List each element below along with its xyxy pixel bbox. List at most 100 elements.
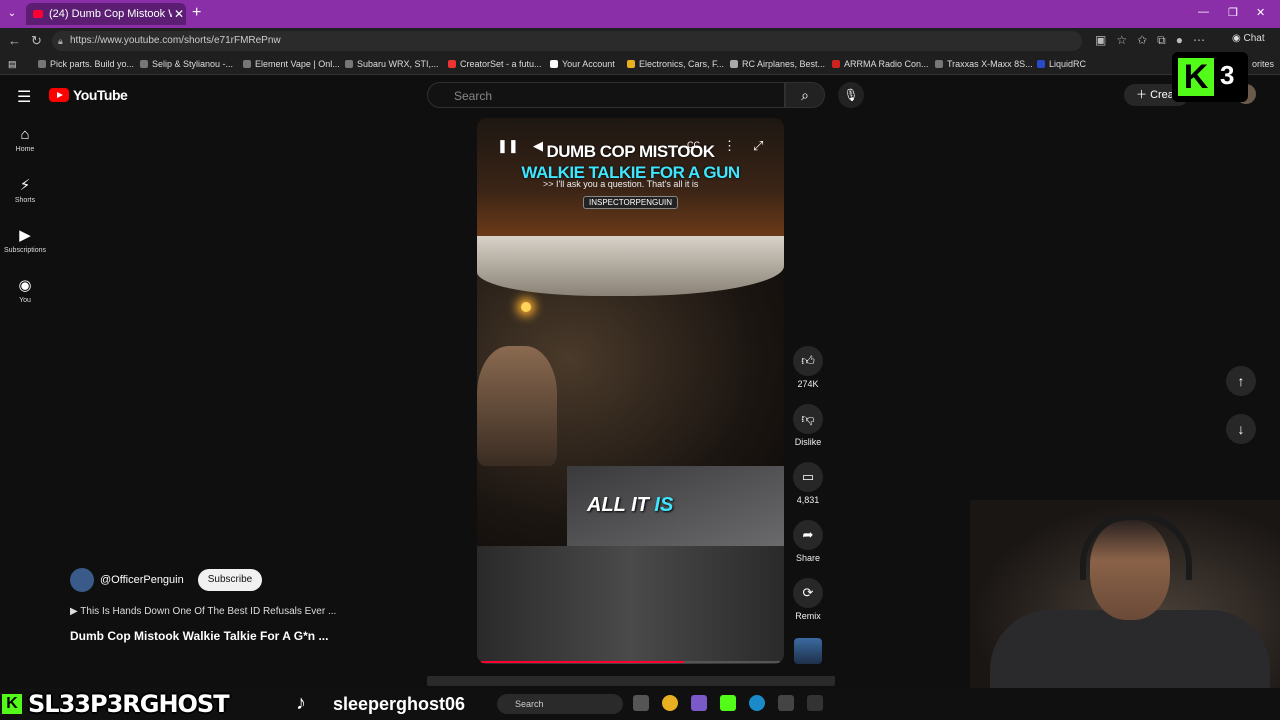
shorts-video-player[interactable]: DUMB COP MISTOOK WALKIE TALKIE FOR A GUN… [477,118,784,664]
bookmark-item[interactable]: Element Vape | Onl... [243,59,340,69]
next-short-button[interactable]: ↓ [1226,414,1256,444]
bookmark-item[interactable]: Selip & Stylianou -... [140,59,233,69]
browser-tab[interactable]: (24) Dumb Cop Mistook Walk ✕ [26,3,186,25]
kick-count: 3 [1220,60,1235,90]
bookmark-favicon-icon [935,60,943,68]
tiktok-handle: sleeperghost06 [333,694,466,714]
bookmark-label: LiquidRC [1049,59,1087,69]
more-options-icon[interactable]: ⋮ [723,138,736,154]
remix-button[interactable]: ⟳ Remix [790,578,826,636]
video-progress-bar[interactable] [481,661,780,663]
pause-button[interactable]: ❚❚ [497,138,519,154]
sidebar-item-subscriptions[interactable]: ▶ Subscriptions [0,226,50,276]
bookmark-item[interactable]: CreatorSet - a futu... [448,59,542,69]
bookmark-item[interactable]: ARRMA Radio Con... [832,59,929,69]
comments-count: 4,831 [796,495,820,505]
horizontal-scrollbar[interactable] [427,676,835,686]
video-metadata: @OfficerPenguin Subscribe ▶ This Is Hand… [70,568,390,643]
edge-icon[interactable] [749,695,765,711]
bookmark-favicon-icon [832,60,840,68]
back-icon[interactable]: ← [8,33,21,48]
favorites-icon[interactable]: ✩ [1137,33,1147,48]
taskbar-search[interactable]: Search [497,694,623,714]
bookmark-label: CreatorSet - a futu... [460,59,542,69]
shorts-actions: 👍︎ 274K 👎︎ Dislike ▭ 4,831 ➦ Share ⟳ Remix [790,346,826,636]
channel-name[interactable]: @OfficerPenguin [100,574,184,586]
refresh-icon[interactable]: ↻ [31,33,42,49]
chrome-icon[interactable] [662,695,678,711]
video-title-line1: DUMB COP MISTOOK [546,142,716,161]
profile-icon[interactable]: ● [1176,33,1183,48]
bookmark-label: orites [1252,59,1275,69]
menu-icon[interactable]: ☰ [17,87,31,107]
bookmark-item[interactable]: Pick parts. Build yo... [38,59,134,69]
youtube-logo[interactable]: YouTube [49,87,128,103]
bookmark-item[interactable]: Your Account [550,59,615,69]
comments-button[interactable]: ▭ 4,831 [790,462,826,520]
subscriptions-icon: ▶ [19,227,31,244]
split-screen-icon[interactable]: ▣ [1095,33,1106,48]
task-view-icon[interactable] [633,695,649,711]
channel-avatar[interactable] [70,568,94,592]
sidebar-item-you[interactable]: ◉ You [0,276,50,326]
bookmark-label: Element Vape | Onl... [255,59,340,69]
url-field[interactable]: 🔒︎ https://www.youtube.com/shorts/e71rFM… [52,31,1082,51]
close-tab-icon[interactable]: ✕ [172,7,186,21]
bookmark-item[interactable]: LiquidRC [1037,59,1086,69]
fullscreen-icon[interactable]: ⤢ [753,138,763,154]
share-icon: ➦ [793,520,823,550]
sidebar-item-shorts[interactable]: ⚡︎ Shorts [0,176,50,226]
street-light [521,302,531,312]
youtube-play-icon [49,88,69,102]
video-description[interactable]: ▶ This Is Hands Down One Of The Best ID … [70,606,390,617]
video-top-banner: DUMB COP MISTOOK WALKIE TALKIE FOR A GUN… [477,118,784,236]
share-button[interactable]: ➦ Share [790,520,826,578]
close-window-icon[interactable]: ✕ [1256,6,1265,19]
shorts-navigation: ↑ ↓ [1226,366,1256,462]
toolbar-icons: ▣ ☆ ✩ ⧉ ● ⋯ [1095,33,1205,48]
copilot-icon: ◉ [1232,33,1241,44]
voice-search-button[interactable]: 🎙︎ [838,82,864,108]
like-count: 274K [797,379,819,389]
minimize-icon[interactable]: — [1198,6,1209,18]
favorite-star-icon[interactable]: ☆ [1116,33,1127,48]
sound-thumbnail[interactable] [794,638,822,664]
captions-cc-icon[interactable]: CC [687,140,700,150]
bookmark-item[interactable]: RC Airplanes, Best... [730,59,825,69]
sidebar-item-label: You [19,297,31,304]
sidebar-item-home[interactable]: ⌂ Home [0,126,50,176]
tiktok-icon: ♪ [296,692,306,714]
volume-icon[interactable]: ◀ [533,138,543,154]
extensions-icon[interactable]: ⧉ [1157,33,1166,48]
video-title[interactable]: Dumb Cop Mistook Walkie Talkie For A G*n… [70,629,390,643]
tab-actions-menu-icon[interactable]: ⌄ [4,6,20,22]
bookmark-favicon-icon [1037,60,1045,68]
obs-icon[interactable] [778,695,794,711]
sidebar-item-label: Home [15,146,35,153]
video-blurred-bottom [477,546,784,664]
previous-short-button[interactable]: ↑ [1226,366,1256,396]
kick-app-icon[interactable] [720,695,736,711]
more-menu-icon[interactable]: ⋯ [1193,33,1205,48]
streamer-body [990,610,1270,700]
bookmark-item[interactable]: orites [1252,59,1274,69]
bookmark-item[interactable]: Traxxas X-Maxx 8S... [935,59,1033,69]
subscribe-button[interactable]: Subscribe [197,569,263,591]
game-app-icon[interactable] [807,695,823,711]
copilot-app-icon[interactable] [691,695,707,711]
search-input[interactable]: Search [427,82,785,108]
youtube-header: ☰ YouTube Search ⌕ 🎙︎ ＋ Creat [0,75,1280,115]
subtitle-main: ALL IT [587,494,655,516]
like-button[interactable]: 👍︎ 274K [790,346,826,404]
bookmark-item[interactable]: Electronics, Cars, F... [627,59,724,69]
copilot-chat-button[interactable]: ◉ Chat [1232,33,1265,44]
new-tab-button[interactable]: + [192,4,201,22]
bookmark-item[interactable]: Subaru WRX, STI,... [345,59,439,69]
thumbs-up-icon: 👍︎ [793,346,823,376]
dislike-button[interactable]: 👎︎ Dislike [790,404,826,462]
restore-icon[interactable]: ❐ [1228,6,1238,19]
bookmarks-toggle-icon[interactable]: ▤ [8,59,17,70]
kick-logo-icon: K [1178,58,1214,96]
search-button[interactable]: ⌕ [785,82,825,108]
burned-in-subtitle: ALL IT IS [587,494,673,517]
